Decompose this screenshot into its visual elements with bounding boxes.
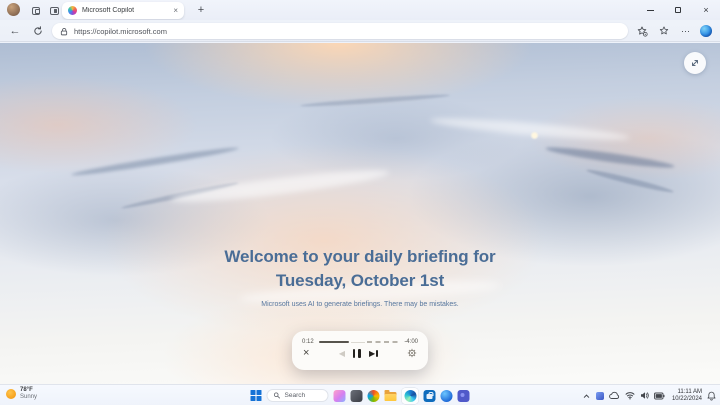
sun-glint <box>530 131 539 140</box>
wave-streak <box>545 143 675 172</box>
edge-icon[interactable] <box>401 387 419 404</box>
copilot-app-icon[interactable] <box>333 389 346 402</box>
player-controls: ◀ ▶ <box>339 348 378 358</box>
url-text: https://copilot.microsoft.com <box>74 26 167 36</box>
browser-tab-strip: Microsoft Copilot × + × <box>0 0 720 20</box>
file-explorer-icon[interactable] <box>384 390 397 402</box>
player-settings-icon[interactable] <box>407 348 417 358</box>
heading-line-2: Tuesday, October 1st <box>275 271 445 290</box>
wave-streak <box>300 92 450 109</box>
chapter-dashes <box>366 341 400 343</box>
weather-temp: 78°F <box>20 387 33 393</box>
address-bar[interactable]: https://copilot.microsoft.com <box>52 23 628 39</box>
minimize-button[interactable] <box>636 0 664 20</box>
lock-icon <box>60 27 68 35</box>
profile-avatar[interactable] <box>7 3 20 16</box>
teams-icon[interactable] <box>457 389 470 402</box>
elapsed-time: 0:12 <box>302 339 314 345</box>
tab-close-icon[interactable]: × <box>173 6 178 15</box>
site-settings-icon[interactable] <box>634 24 650 38</box>
more-menu-icon[interactable]: ⋯ <box>678 24 694 38</box>
new-tab-button[interactable]: + <box>193 2 209 18</box>
audio-player: 0:12 -4:00 × ◀ ▶ <box>292 331 428 370</box>
volume-icon[interactable] <box>640 391 649 400</box>
favorites-icon[interactable] <box>656 24 672 38</box>
start-button[interactable] <box>250 390 262 401</box>
pause-icon[interactable] <box>352 348 361 358</box>
notification-bell-icon[interactable] <box>707 391 716 401</box>
window-controls: × <box>636 0 720 20</box>
refresh-button[interactable] <box>30 24 46 38</box>
tab-actions-icon[interactable] <box>47 4 61 17</box>
maximize-button[interactable] <box>664 0 692 20</box>
store-icon[interactable] <box>423 389 436 402</box>
close-window-button[interactable]: × <box>692 0 720 20</box>
tray-app-icon[interactable] <box>595 391 604 400</box>
wave-streak <box>70 144 240 179</box>
heading-line-1: Welcome to your daily briefing for <box>224 247 496 266</box>
taskbar-center: Search <box>250 385 470 405</box>
tray-chevron-icon[interactable] <box>582 392 591 400</box>
outlook-icon[interactable] <box>440 389 453 402</box>
search-label: Search <box>284 392 306 399</box>
wifi-icon[interactable] <box>625 391 635 400</box>
system-tray: 11:11 AM 10/22/2024 <box>582 385 716 405</box>
workspaces-icon[interactable] <box>29 4 43 17</box>
clock-date: 10/22/2024 <box>671 395 702 402</box>
sun-icon <box>6 389 16 399</box>
progress-track <box>350 341 365 343</box>
weather-condition: Sunny <box>20 394 38 400</box>
browser-tab[interactable]: Microsoft Copilot × <box>62 2 184 19</box>
task-view-icon[interactable] <box>350 389 363 402</box>
previous-track-icon[interactable]: ◀ <box>339 349 345 358</box>
expand-icon <box>692 60 698 66</box>
search-icon <box>273 392 280 399</box>
wave-streak <box>585 167 675 195</box>
wave-highlight <box>429 114 631 144</box>
refresh-icon <box>34 26 42 35</box>
browser-toolbar: ← https://copilot.microsoft.com ⋯ <box>0 20 720 42</box>
battery-icon[interactable] <box>654 392 665 400</box>
remaining-time: -4:00 <box>404 339 418 345</box>
back-button[interactable]: ← <box>7 24 23 38</box>
page-title: Welcome to your daily briefing for Tuesd… <box>0 245 720 293</box>
copilot-sidebar-icon[interactable] <box>700 24 712 37</box>
player-close-icon[interactable]: × <box>303 348 309 359</box>
taskbar: 78°F Sunny Search 11:11 AM 10/22/2024 <box>0 384 720 405</box>
expand-button[interactable] <box>684 52 706 74</box>
tab-title: Microsoft Copilot <box>82 7 135 14</box>
taskbar-clock[interactable]: 11:11 AM 10/22/2024 <box>672 389 702 402</box>
copilot-favicon-icon <box>68 6 77 15</box>
weather-widget[interactable]: 78°F Sunny <box>6 387 37 401</box>
progress-fill <box>318 340 349 344</box>
photos-icon[interactable] <box>367 389 380 402</box>
screen: Microsoft Copilot × + × ← https://copilo… <box>0 0 720 405</box>
page-content: Welcome to your daily briefing for Tuesd… <box>0 43 720 384</box>
progress-bar[interactable] <box>318 340 400 344</box>
wave-highlight <box>169 164 391 208</box>
next-track-icon[interactable]: ▶ <box>369 349 378 358</box>
onedrive-cloud-icon[interactable] <box>609 391 620 400</box>
taskbar-search[interactable]: Search <box>266 389 329 402</box>
ai-disclaimer: Microsoft uses AI to generate briefings.… <box>261 301 459 308</box>
